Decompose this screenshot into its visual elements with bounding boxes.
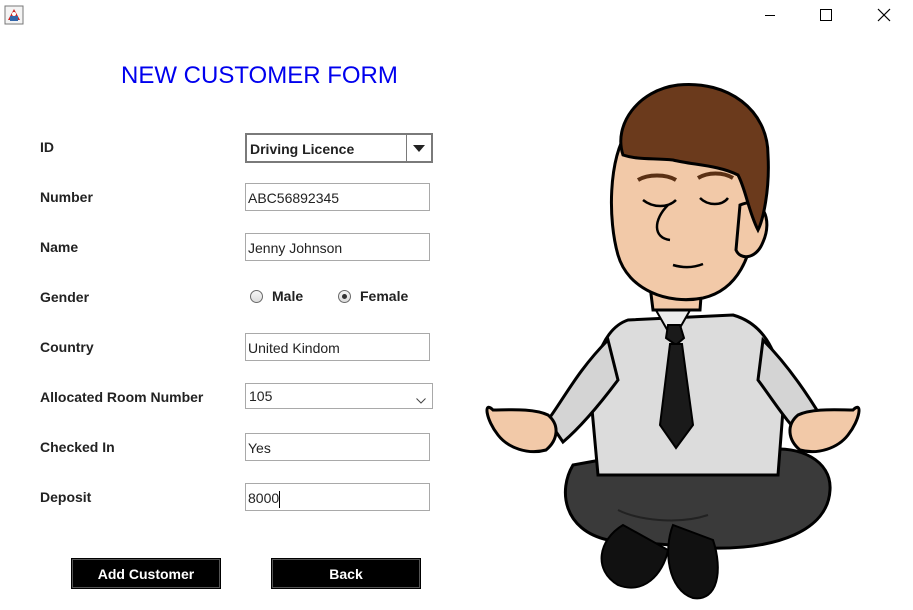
java-app-icon bbox=[4, 5, 24, 25]
country-value: United Kindom bbox=[248, 340, 340, 356]
deposit-input[interactable]: 8000 bbox=[245, 483, 430, 511]
radio-checked-icon bbox=[338, 289, 351, 303]
maximize-button[interactable] bbox=[803, 0, 849, 30]
deposit-label: Deposit bbox=[40, 489, 92, 505]
maximize-icon bbox=[820, 9, 832, 21]
add-customer-button[interactable]: Add Customer bbox=[71, 558, 221, 589]
close-icon bbox=[877, 8, 891, 22]
gender-label: Gender bbox=[40, 289, 90, 305]
gender-male-radio[interactable]: Male bbox=[250, 288, 303, 304]
close-button[interactable] bbox=[861, 0, 907, 30]
country-label: Country bbox=[40, 339, 94, 355]
number-label: Number bbox=[40, 189, 93, 205]
id-type-dropdown-button[interactable] bbox=[406, 135, 431, 161]
radio-unchecked-icon bbox=[250, 289, 263, 303]
number-value: ABC56892345 bbox=[248, 190, 340, 206]
id-type-select[interactable]: Driving Licence bbox=[245, 133, 433, 163]
room-number-value: 105 bbox=[249, 388, 273, 404]
minimize-button[interactable] bbox=[747, 0, 793, 30]
form-title: NEW CUSTOMER FORM bbox=[121, 62, 398, 89]
room-number-select[interactable]: 105 bbox=[245, 383, 433, 409]
chevron-down-icon bbox=[416, 391, 426, 409]
window-titlebar bbox=[0, 0, 913, 32]
minimize-icon bbox=[765, 15, 775, 16]
checked-in-label: Checked In bbox=[40, 439, 115, 455]
name-value: Jenny Johnson bbox=[248, 240, 343, 256]
room-label: Allocated Room Number bbox=[40, 389, 204, 405]
name-input[interactable]: Jenny Johnson bbox=[245, 233, 430, 261]
meditating-man-illustration bbox=[478, 70, 868, 605]
text-caret bbox=[279, 490, 281, 508]
gender-female-radio[interactable]: Female bbox=[338, 288, 408, 304]
triangle-down-icon bbox=[413, 144, 425, 152]
checked-in-value: Yes bbox=[248, 440, 271, 456]
gender-female-label: Female bbox=[360, 288, 409, 304]
number-input[interactable]: ABC56892345 bbox=[245, 183, 430, 211]
name-label: Name bbox=[40, 239, 79, 255]
gender-male-label: Male bbox=[272, 288, 304, 304]
deposit-value: 8000 bbox=[248, 490, 280, 506]
country-input[interactable]: United Kindom bbox=[245, 333, 430, 361]
back-button[interactable]: Back bbox=[271, 558, 421, 589]
checked-in-input[interactable]: Yes bbox=[245, 433, 430, 461]
id-type-value: Driving Licence bbox=[250, 141, 355, 157]
id-label: ID bbox=[40, 139, 54, 155]
